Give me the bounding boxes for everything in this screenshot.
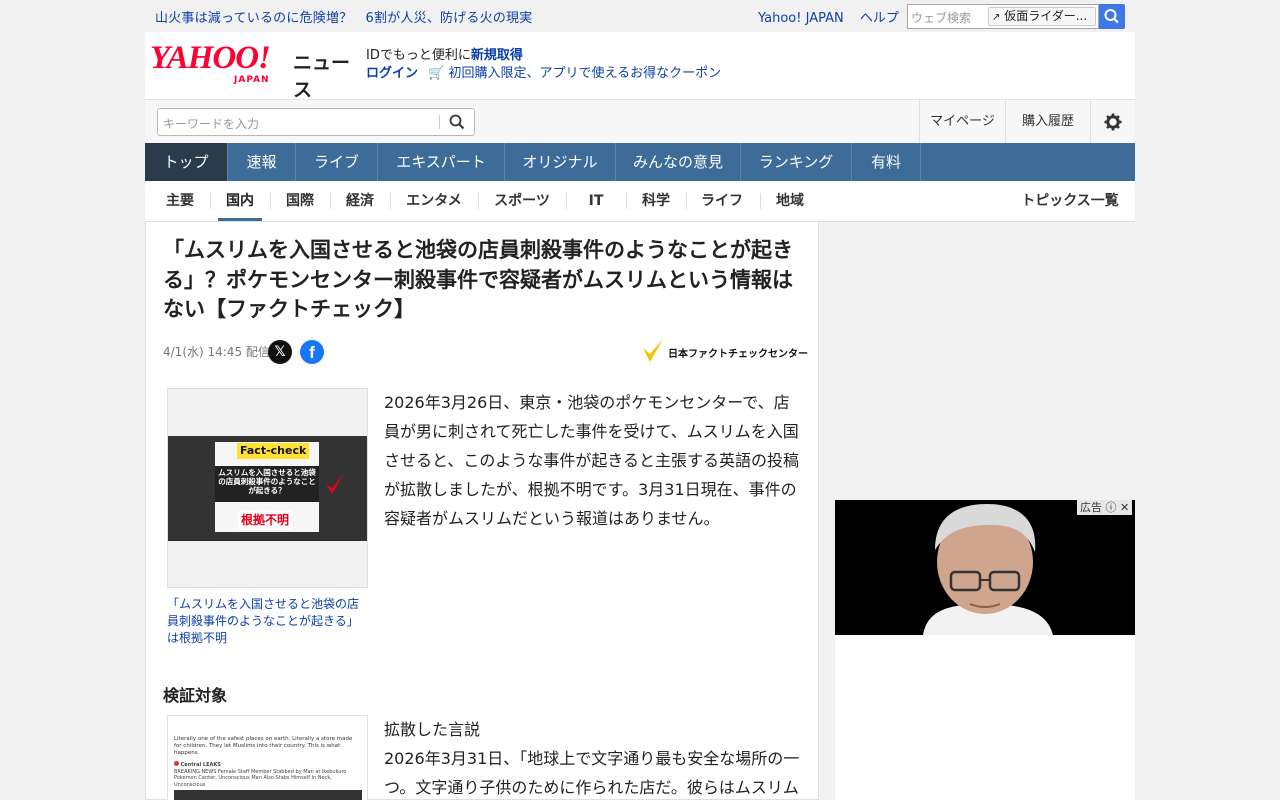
keyword-placeholder: キーワードを入力 <box>163 117 260 131</box>
top-news-link[interactable]: 山火事は減っているのに危険増？ 6割が人災、防げる火の現実 <box>155 7 532 26</box>
quoted-text: BREAKING NEWS Female Staff Member Stabbe… <box>174 768 347 788</box>
search-icon <box>1104 9 1119 24</box>
image-caption[interactable]: 「ムスリムを入国させると池袋の店員刺殺事件のようなことが起きる」は根拠不明 <box>167 596 367 647</box>
tab-economy[interactable]: 経済 <box>338 181 382 221</box>
purchase-history-link[interactable]: 購入履歴 <box>1005 100 1090 144</box>
checkmark-icon <box>326 473 344 494</box>
tab-ranking[interactable]: ランキング <box>741 143 852 181</box>
gear-icon <box>1104 113 1122 130</box>
verdict-stamp: 根拠不明 <box>238 510 293 530</box>
trend-icon: ↗ <box>992 12 1001 23</box>
tab-original[interactable]: オリジナル <box>505 143 616 181</box>
yahoo-news-logo[interactable]: YAHOO! JAPAN ニュース <box>150 40 358 102</box>
ad-banner[interactable]: 広告 ⓘ ✕ <box>835 500 1135 800</box>
category-nav: 主要 国内 国際 経済 エンタメ スポーツ IT 科学 ライフ 地域 トピックス… <box>145 181 1135 222</box>
divider <box>330 193 331 209</box>
tab-live[interactable]: ライブ <box>296 143 378 181</box>
logo-wordmark: YAHOO! <box>150 40 271 76</box>
search-icon[interactable] <box>449 114 465 130</box>
tab-breaking[interactable]: 速報 <box>228 143 296 181</box>
help-link[interactable]: ヘルプ <box>860 11 899 26</box>
close-icon[interactable]: ✕ <box>1120 501 1129 514</box>
tab-sports[interactable]: スポーツ <box>488 181 556 221</box>
site-header: YAHOO! JAPAN ニュース IDでもっと便利に新規取得 ログイン 🛒 初… <box>145 32 1135 102</box>
article-image[interactable]: Fact-check ムスリムを入国させると池袋の店員刺殺事件のようなことが起き… <box>167 388 368 588</box>
mypage-link[interactable]: マイページ <box>919 100 1005 144</box>
person-photo <box>835 500 1135 635</box>
ad-label[interactable]: 広告 ⓘ ✕ <box>1077 500 1133 515</box>
tab-life[interactable]: ライフ <box>694 181 750 221</box>
divider <box>478 193 479 209</box>
search-row: キーワードを入力 マイページ 購入履歴 <box>145 99 1135 144</box>
top-links: Yahoo! JAPAN ヘルプ <box>758 7 911 26</box>
web-search-input[interactable]: ウェブ検索 ↗ 仮面ライダー... <box>907 4 1099 29</box>
ad-image <box>835 500 1135 635</box>
logo-japan: JAPAN <box>234 75 270 85</box>
divider <box>626 193 627 209</box>
ad-label-text: 広告 <box>1080 501 1102 514</box>
signup-link[interactable]: 新規取得 <box>471 48 523 63</box>
image-message: ムスリムを入国させると池袋の店員刺殺事件のようなことが起きる？ <box>215 466 319 502</box>
post-text: Literally one of the safest places on ea… <box>174 736 353 756</box>
share-x-button[interactable]: 𝕏 <box>268 340 292 364</box>
tab-expert[interactable]: エキスパート <box>378 143 505 181</box>
topics-list-link[interactable]: トピックス一覧 <box>1015 181 1125 221</box>
avatar <box>174 761 179 766</box>
divider <box>210 193 211 209</box>
login-box: IDでもっと便利に新規取得 ログイン 🛒 初回購入限定、アプリで使えるお得なクー… <box>366 47 721 83</box>
tab-international[interactable]: 国際 <box>278 181 322 221</box>
divider <box>439 115 440 129</box>
tab-opinions[interactable]: みんなの意見 <box>616 143 741 181</box>
login-link[interactable]: ログイン <box>366 66 418 81</box>
facebook-icon: f <box>309 343 315 362</box>
tab-entertainment[interactable]: エンタメ <box>400 181 468 221</box>
divider <box>760 193 761 209</box>
tab-main[interactable]: 主要 <box>158 181 202 221</box>
coupon-link[interactable]: 初回購入限定、アプリで使えるお得なクーポン <box>448 66 721 81</box>
tab-regional[interactable]: 地域 <box>768 181 812 221</box>
search-suggestion-label: 仮面ライダー... <box>1004 9 1088 23</box>
yahoo-japan-link[interactable]: Yahoo! JAPAN <box>758 11 844 26</box>
tab-domestic[interactable]: 国内 <box>218 181 262 221</box>
search-suggestion-chip[interactable]: ↗ 仮面ライダー... <box>988 7 1096 26</box>
evidence-screenshot[interactable]: Literally one of the safest places on ea… <box>167 715 368 800</box>
keyword-search-input[interactable]: キーワードを入力 <box>157 108 475 136</box>
cart-icon: 🛒 <box>428 66 445 81</box>
section-heading: 検証対象 <box>163 686 228 705</box>
web-search-placeholder: ウェブ検索 <box>911 11 972 25</box>
claim-label: 拡散した言説 <box>384 720 481 739</box>
account-name: Central LEAKS <box>180 762 221 768</box>
image-backdrop: Fact-check ムスリムを入国させると池袋の店員刺殺事件のようなことが起き… <box>168 436 367 541</box>
main-nav: トップ 速報 ライブ エキスパート オリジナル みんなの意見 ランキング 有料 <box>145 143 1135 181</box>
settings-button[interactable] <box>1090 100 1135 144</box>
quoted-post: Central LEAKS BREAKING NEWS Female Staff… <box>174 761 360 788</box>
info-icon[interactable]: ⓘ <box>1106 501 1117 514</box>
x-icon: 𝕏 <box>274 344 286 360</box>
service-name: ニュース <box>293 52 351 101</box>
source-name: 日本ファクトチェックセンター <box>668 349 808 360</box>
tab-science[interactable]: 科学 <box>634 181 678 221</box>
article-lead: 2026年3月26日、東京・池袋のポケモンセンターで、店員が男に刺されて死亡した… <box>384 393 800 528</box>
share-facebook-button[interactable]: f <box>300 340 324 364</box>
tab-it[interactable]: IT <box>576 181 616 221</box>
factcheck-center-icon <box>643 339 663 362</box>
divider <box>270 193 271 209</box>
tab-top[interactable]: トップ <box>145 143 228 181</box>
tab-paid[interactable]: 有料 <box>852 143 921 181</box>
article-date: 4/1(水) 14:45 配信 <box>163 345 270 359</box>
claim-text: 2026年3月31日、「地球上で文字通り最も安全な場所の一つ。文字通り子供のため… <box>384 749 800 797</box>
article: 「ムスリムを入国させると池袋の店員刺殺事件のようなことが起きる」？ポケモンセンタ… <box>145 222 819 800</box>
article-headline: 「ムスリムを入国させると池袋の店員刺殺事件のようなことが起きる」？ポケモンセンタ… <box>163 238 793 321</box>
post-image <box>174 790 362 800</box>
factcheck-badge: Fact-check <box>237 443 310 459</box>
claim-block: 拡散した言説 2026年3月31日、「地球上で文字通り最も安全な場所の一つ。文字… <box>384 715 804 800</box>
divider <box>686 193 687 209</box>
divider <box>566 193 567 209</box>
id-prompt: IDでもっと便利に <box>366 48 471 63</box>
top-strip: 山火事は減っているのに危険増？ 6割が人災、防げる火の現実 Yahoo! JAP… <box>0 0 1280 32</box>
divider <box>390 193 391 209</box>
web-search-button[interactable] <box>1099 4 1125 29</box>
